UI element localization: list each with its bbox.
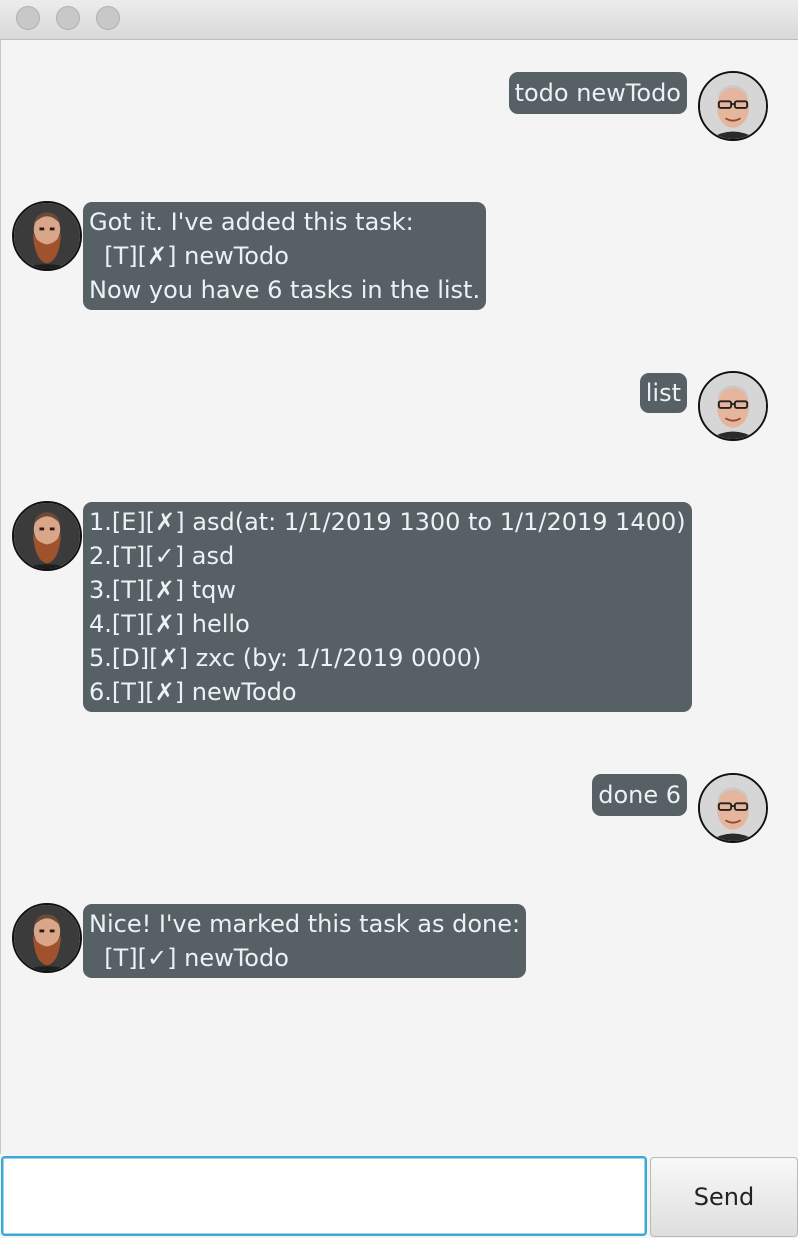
user-message-bubble: done 6 [592, 774, 687, 816]
bot-message-bubble: Got it. I've added this task: [T][✗] new… [83, 202, 487, 310]
user-message-bubble: todo newTodo [508, 72, 687, 114]
bot-message-bubble: 1.[E][✗] asd(at: 1/1/2019 1300 to 1/1/20… [83, 502, 692, 712]
chat-scroll-pane[interactable]: todo newTodo Got it. I've added this tas… [0, 40, 798, 1154]
user-avatar-icon [698, 371, 768, 441]
minimize-window-icon[interactable] [56, 6, 80, 30]
bot-avatar-icon [12, 201, 82, 271]
bot-avatar-icon [12, 501, 82, 571]
window-titlebar [0, 0, 798, 40]
message-input[interactable] [1, 1156, 647, 1236]
user-avatar-icon [698, 71, 768, 141]
bot-message-bubble: Nice! I've marked this task as done: [T]… [83, 904, 527, 978]
close-window-icon[interactable] [16, 6, 40, 30]
bot-avatar-icon [12, 903, 82, 973]
send-button[interactable]: Send [650, 1157, 798, 1237]
user-message-bubble: list [639, 373, 687, 413]
zoom-window-icon[interactable] [96, 6, 120, 30]
user-avatar-icon [698, 773, 768, 843]
